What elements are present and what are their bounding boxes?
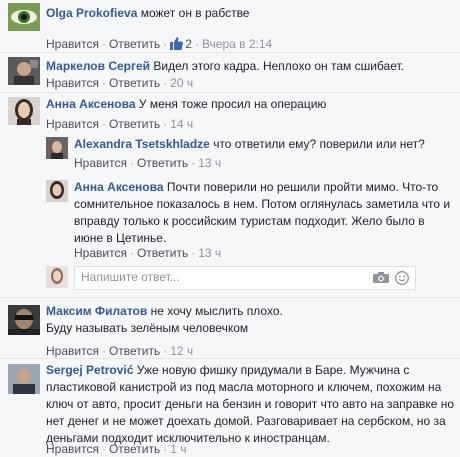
timestamp[interactable]: Вчера в 2:14 xyxy=(202,37,272,51)
reply-link[interactable]: Ответить xyxy=(137,246,188,260)
avatar[interactable] xyxy=(8,3,40,31)
comment-author[interactable]: Маркелов Сергей xyxy=(46,59,150,73)
avatar[interactable] xyxy=(46,137,68,159)
timestamp[interactable]: 14 ч xyxy=(170,117,193,131)
avatar[interactable] xyxy=(8,364,40,394)
camera-icon[interactable] xyxy=(373,272,389,283)
timestamp[interactable]: 13 ч xyxy=(198,156,221,170)
like-link[interactable]: Нравится xyxy=(46,442,99,456)
comment-author[interactable]: Анна Аксенова xyxy=(74,180,164,194)
comment-text: что ответили ему? поверили или нет? xyxy=(213,137,425,151)
comment-text: может он в рабстве xyxy=(140,6,250,20)
comment-text-line: Уже новую фишку придумали в Баре. Мужчин… xyxy=(136,363,410,377)
thumbs-up-icon[interactable] xyxy=(170,37,184,53)
like-count: 2 xyxy=(185,37,192,51)
timestamp[interactable]: 20 ч xyxy=(170,76,193,90)
like-link[interactable]: Нравится xyxy=(46,344,99,358)
like-link[interactable]: Нравится xyxy=(46,117,99,131)
comment-text: Видел этого кадра. Неплохо он там сшибае… xyxy=(153,59,404,73)
emoji-icon[interactable] xyxy=(395,271,409,285)
avatar[interactable] xyxy=(8,97,40,125)
divider xyxy=(0,92,460,93)
avatar[interactable] xyxy=(8,57,40,85)
divider xyxy=(0,297,460,298)
divider xyxy=(0,52,460,53)
comment-text: У меня тоже просил на операцию xyxy=(138,97,327,111)
timestamp[interactable]: 13 ч xyxy=(198,246,221,260)
comment-author[interactable]: Максим Филатов xyxy=(46,304,147,318)
comment-author[interactable]: Olga Prokofieva xyxy=(46,6,137,20)
reply-link[interactable]: Ответить xyxy=(137,156,188,170)
comment-author[interactable]: Анна Аксенова xyxy=(46,97,136,111)
reply-link[interactable]: Ответить xyxy=(109,344,160,358)
comment-text-line: сомнительное показалось в нем. Потом огл… xyxy=(74,197,451,211)
timestamp[interactable]: 1 ч xyxy=(170,442,186,456)
divider xyxy=(0,358,460,359)
reply-link[interactable]: Ответить xyxy=(109,117,160,131)
comment-text-line: вправду только к российским туристам под… xyxy=(74,214,425,228)
reply-link[interactable]: Ответить xyxy=(109,76,160,90)
comment-author[interactable]: Alexandra Tsetskhladze xyxy=(74,137,210,151)
reply-box[interactable] xyxy=(74,266,416,290)
reply-link[interactable]: Ответить xyxy=(109,442,160,456)
like-link[interactable]: Нравится xyxy=(74,246,127,260)
like-link[interactable]: Нравится xyxy=(46,37,99,51)
like-link[interactable]: Нравится xyxy=(74,156,127,170)
comment-text-line: Буду называть зелёным человечком xyxy=(46,321,249,335)
like-link[interactable]: Нравится xyxy=(46,76,99,90)
timestamp[interactable]: 12 ч xyxy=(170,344,193,358)
avatar[interactable] xyxy=(8,305,40,335)
reply-input[interactable] xyxy=(75,267,371,287)
comment-text-line: нет денег и не может доехать домой. Разг… xyxy=(46,414,446,428)
comment-text-line: Почти поверили но решили пройти мимо. Чт… xyxy=(166,180,439,194)
comment-author[interactable]: Sergej Petrović xyxy=(46,363,133,377)
reply-link[interactable]: Ответить xyxy=(109,37,160,51)
comment-text-line: не хочу мыслить плохо. xyxy=(150,304,283,318)
comment-text-line: июне в Цетинье. xyxy=(74,231,167,245)
avatar[interactable] xyxy=(46,180,68,202)
current-user-avatar xyxy=(46,266,68,288)
comment-text-line: пластиковой канистрой из под масла мотор… xyxy=(46,380,442,394)
comment-text-line: ключ от авто, просит деньги на бензин и … xyxy=(46,397,455,411)
